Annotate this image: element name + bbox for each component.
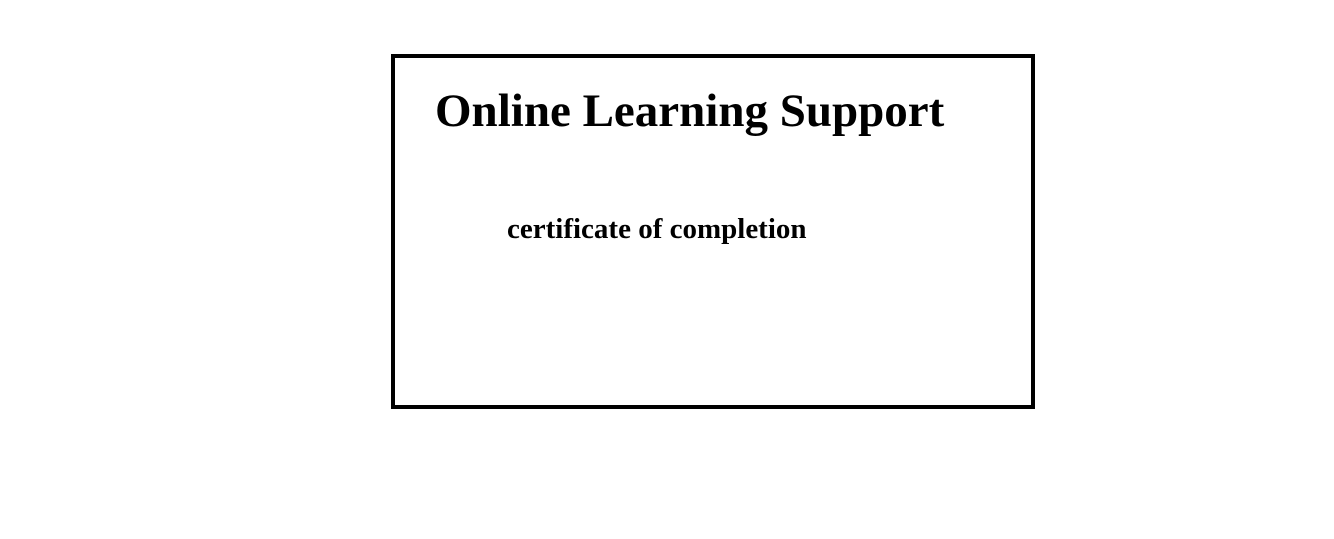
certificate-subtitle: certificate of completion [507, 213, 807, 245]
certificate-card: Online Learning Support certificate of c… [391, 54, 1035, 409]
certificate-title: Online Learning Support [435, 85, 945, 137]
